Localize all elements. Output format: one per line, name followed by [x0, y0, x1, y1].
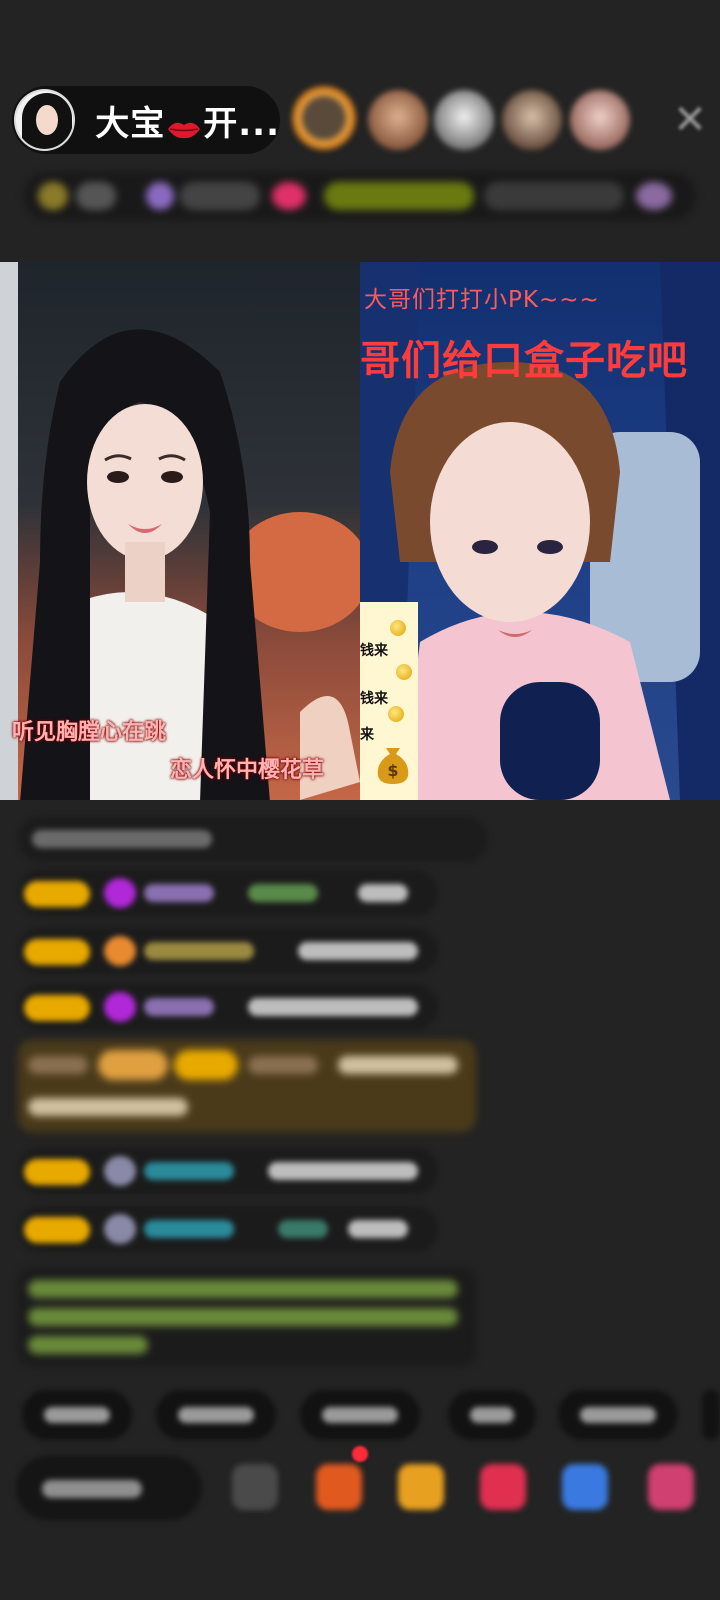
close-icon[interactable]: ✕: [670, 100, 710, 140]
emoji-icon[interactable]: [232, 1464, 278, 1510]
coin-icon: [396, 664, 412, 680]
notification-dot: [352, 1446, 368, 1462]
chat-notice: [18, 816, 488, 862]
svg-text:$: $: [387, 761, 398, 780]
host-name: 大宝 开...: [95, 103, 280, 144]
red-envelope-icon[interactable]: [398, 1464, 444, 1510]
system-announcement: [18, 1268, 476, 1366]
pk-banner-text: 大哥们打打小PK~~~: [364, 287, 600, 313]
chat-message[interactable]: [18, 928, 438, 974]
game-icon[interactable]: [562, 1464, 608, 1510]
comment-input[interactable]: [16, 1456, 202, 1520]
pk-request-text: 哥们给口盒子吃吧: [360, 338, 688, 384]
host-info-pill[interactable]: 大宝 开...: [12, 86, 280, 154]
quick-reply-chip-6[interactable]: [702, 1390, 720, 1440]
more-gifts-icon[interactable]: [648, 1464, 694, 1510]
chat-message[interactable]: [18, 984, 438, 1030]
lyric-caption-2: 恋人怀中樱花草: [170, 758, 325, 783]
chat-message[interactable]: [18, 870, 438, 916]
chat-highlight-message[interactable]: [18, 1040, 476, 1132]
viewer-avatar-4[interactable]: [502, 90, 562, 150]
quick-reply-chip-5[interactable]: [558, 1390, 678, 1440]
coin-icon: [388, 706, 404, 722]
chat-message[interactable]: [18, 1206, 438, 1252]
left-streamer-camera[interactable]: 听见胸膛心在跳 恋人怀中樱花草: [0, 262, 360, 800]
viewer-avatar-3[interactable]: [434, 90, 494, 150]
sticker-line-1: 钱来: [360, 643, 388, 659]
heart-gift-icon[interactable]: [480, 1464, 526, 1510]
quick-reply-chip-4[interactable]: [448, 1390, 536, 1440]
viewer-avatar-5[interactable]: [570, 90, 630, 150]
host-avatar[interactable]: [14, 89, 76, 151]
sticker-line-2: 钱来: [360, 691, 388, 707]
pk-video-area[interactable]: 听见胸膛心在跳 恋人怀中樱花草 大哥们打打小PK~~~ 哥们给口盒子吃吧 钱来 …: [0, 262, 720, 800]
chat-message[interactable]: [18, 1148, 438, 1194]
sticker-line-3: 来: [360, 727, 374, 743]
quick-reply-chip-2[interactable]: [156, 1390, 276, 1440]
viewer-avatar-2[interactable]: [368, 90, 428, 150]
viewer-avatar-1[interactable]: [292, 86, 356, 150]
quick-reply-chip-3[interactable]: [300, 1390, 420, 1440]
lyric-caption-1: 听见胸膛心在跳: [12, 720, 167, 745]
gift-box-icon[interactable]: [316, 1464, 362, 1510]
money-sticker: 钱来 钱来 来 $: [360, 602, 418, 800]
quick-reply-chip-1[interactable]: [22, 1390, 132, 1440]
room-info-row[interactable]: [24, 172, 696, 220]
lips-icon: [168, 122, 201, 138]
money-bag-icon: $: [377, 748, 409, 784]
coin-icon: [390, 620, 406, 636]
